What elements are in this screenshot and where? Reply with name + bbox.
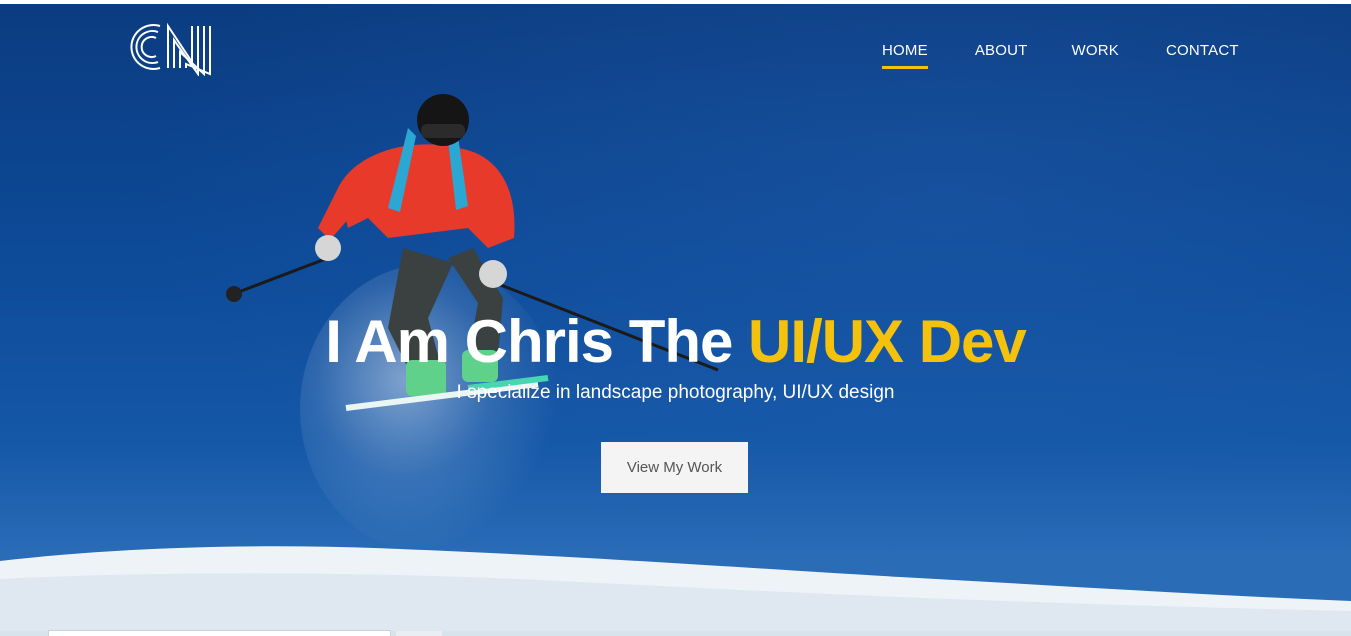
nav-contact[interactable]: CONTACT <box>1166 42 1239 67</box>
hero-subheadline: I specialize in landscape photography, U… <box>456 382 895 403</box>
view-my-work-button[interactable]: View My Work <box>601 442 748 493</box>
cn-logo[interactable] <box>122 18 218 76</box>
hero-section: HOME ABOUT WORK CONTACT I Am Chris The U… <box>0 4 1351 631</box>
nav-work[interactable]: WORK <box>1072 42 1119 67</box>
snow-hill <box>0 546 1351 631</box>
headline-accent: UI/UX Dev <box>748 308 1027 375</box>
nav-home[interactable]: HOME <box>882 42 928 69</box>
below-fold-input[interactable] <box>48 630 391 636</box>
headline-prefix: I Am Chris The <box>325 308 749 375</box>
below-fold-block <box>396 631 442 636</box>
main-nav: HOME ABOUT WORK CONTACT <box>882 42 1239 69</box>
hero-headline: I Am Chris The UI/UX Dev <box>0 306 1351 378</box>
nav-about[interactable]: ABOUT <box>975 42 1028 67</box>
